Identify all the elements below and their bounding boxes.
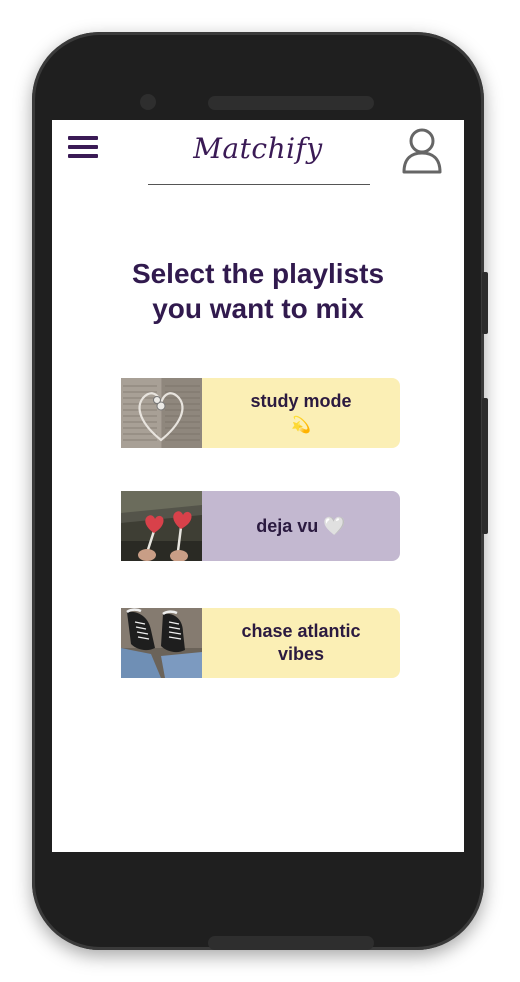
- side-button-top: [482, 272, 488, 334]
- headphones-heart-on-book-photo: [121, 378, 202, 448]
- playlist-label-deja-vu: deja vu 🤍: [202, 491, 400, 561]
- front-camera: [140, 94, 156, 110]
- playlist-name-line-1: chase atlantic: [241, 621, 361, 641]
- converse-sneakers-photo: [121, 608, 202, 678]
- heart-lollipops-photo: [121, 491, 202, 561]
- sparkle-emoji-icon: 💫: [291, 416, 311, 434]
- playlist-name: deja vu: [256, 515, 319, 536]
- user-profile-icon[interactable]: [400, 126, 444, 174]
- white-heart-emoji-icon: 🤍: [323, 515, 346, 536]
- app-screen: Matchify Select the playlists you want t…: [52, 120, 464, 852]
- playlist-card-chase-atlantic-vibes[interactable]: chase atlantic vibes: [121, 608, 400, 678]
- bottom-speaker: [208, 936, 374, 950]
- side-button-volume: [482, 398, 488, 534]
- playlist-card-study-mode[interactable]: study mode 💫: [121, 378, 400, 448]
- heading-line-2: you want to mix: [152, 293, 364, 324]
- playlist-name: study mode: [250, 390, 352, 411]
- earpiece-speaker: [208, 96, 374, 110]
- playlist-name-line-2: vibes: [277, 644, 325, 664]
- logo-underline: [148, 184, 370, 185]
- playlist-label-study-mode: study mode 💫: [202, 378, 400, 448]
- playlist-card-deja-vu[interactable]: deja vu 🤍: [121, 491, 400, 561]
- heading-line-1: Select the playlists: [131, 258, 385, 289]
- page-heading: Select the playlists you want to mix: [72, 256, 444, 326]
- playlist-label-chase-atlantic-vibes: chase atlantic vibes: [202, 608, 400, 678]
